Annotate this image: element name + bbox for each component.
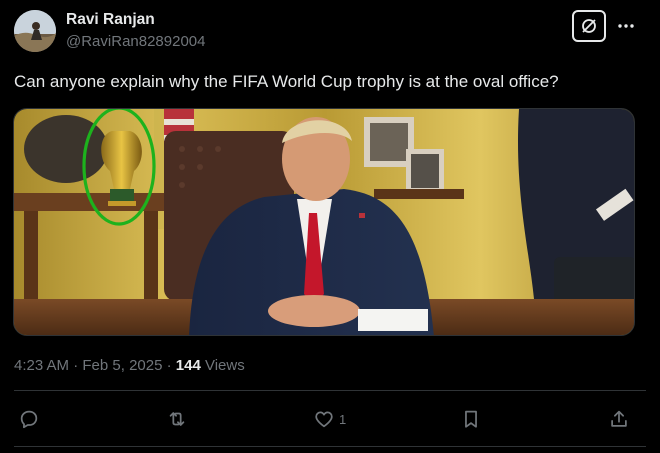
meta-separator: · xyxy=(162,357,176,374)
tweet-time[interactable]: 4:23 AM xyxy=(14,357,69,374)
tweet-text: Can anyone explain why the FIFA World Cu… xyxy=(14,72,559,91)
heart-icon xyxy=(315,411,333,428)
reply-icon xyxy=(20,410,38,429)
meta-separator: · xyxy=(69,357,83,374)
share-button[interactable] xyxy=(608,405,634,433)
views-label: Views xyxy=(200,357,245,374)
tweet-meta: 4:23 AM · Feb 5, 2025 · 144 Views xyxy=(14,357,245,374)
more-options-button[interactable] xyxy=(614,14,638,38)
share-icon xyxy=(611,410,627,427)
divider-top xyxy=(14,390,646,391)
avatar-image xyxy=(14,10,56,52)
author-display-name[interactable]: Ravi Ranjan xyxy=(66,11,155,29)
like-count: 1 xyxy=(339,411,347,427)
divider-bottom xyxy=(14,446,646,447)
repost-icon xyxy=(169,412,185,426)
bookmark-button[interactable] xyxy=(460,405,486,433)
grok-icon xyxy=(582,19,596,33)
author-handle[interactable]: @RaviRan82892004 xyxy=(66,33,206,50)
author-avatar[interactable] xyxy=(14,10,56,52)
views-count: 144 xyxy=(175,357,201,374)
repost-button[interactable] xyxy=(166,405,192,433)
reply-button[interactable] xyxy=(18,405,44,433)
like-button[interactable]: 1 xyxy=(313,405,346,433)
more-dots-icon xyxy=(618,24,634,28)
tweet-card: Ravi Ranjan @RaviRan82892004 Can anyone … xyxy=(0,0,660,453)
tweet-date[interactable]: Feb 5, 2025 xyxy=(82,357,162,374)
oval-office-photo xyxy=(14,109,634,335)
bookmark-icon xyxy=(465,410,477,428)
tweet-photo[interactable] xyxy=(13,108,635,336)
grok-button[interactable] xyxy=(572,10,606,42)
